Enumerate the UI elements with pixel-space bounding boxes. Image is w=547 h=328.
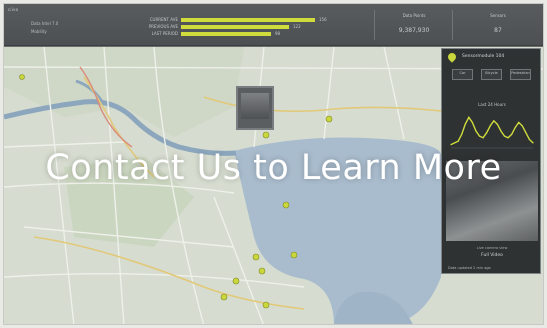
data-point xyxy=(461,133,463,135)
kpi-value: 156 xyxy=(319,17,327,22)
kpi-label: CURRENT AVE xyxy=(149,17,178,22)
stat-label: Data Points xyxy=(402,13,426,18)
panel-title: Sensormodule 104 xyxy=(462,54,505,59)
series-line xyxy=(450,116,534,146)
data-point xyxy=(482,137,484,139)
headline-overlay[interactable]: Contact Us to Learn More xyxy=(0,148,547,188)
activity-chart xyxy=(450,116,534,149)
data-point xyxy=(457,140,459,142)
camera-icon[interactable] xyxy=(236,86,274,130)
data-point xyxy=(493,120,495,122)
kpi-value: 122 xyxy=(293,24,301,29)
data-point xyxy=(500,130,502,132)
data-point xyxy=(525,132,527,134)
full-video-button[interactable]: Full Video xyxy=(472,253,512,258)
data-point xyxy=(521,125,523,127)
data-point xyxy=(478,135,481,137)
brand-line-1: Data Intel 7.0 xyxy=(31,21,59,26)
data-point xyxy=(464,123,466,125)
kpi-label: PREVIOUS AVE xyxy=(148,24,178,29)
data-point xyxy=(489,125,491,127)
data-point xyxy=(511,133,513,135)
kpi-row: CURRENT AVE 156 xyxy=(122,17,327,23)
stat-sensors: Sensors 87 xyxy=(456,13,540,34)
data-point xyxy=(453,142,456,144)
top-bar: ciivo Data Intel 7.0 Mobility CURRENT AV… xyxy=(4,4,543,46)
divider xyxy=(374,10,375,40)
data-point xyxy=(450,144,452,146)
pin-icon xyxy=(446,51,458,63)
divider xyxy=(452,10,453,40)
panel-footer: Data updated 2 min ago xyxy=(448,266,491,270)
brand-line-2: Mobility xyxy=(31,29,47,34)
data-point xyxy=(475,130,477,132)
kpi-row: LAST PERIOD 98 xyxy=(122,31,327,37)
mode-button-car[interactable]: Car xyxy=(452,69,473,80)
stat-data-points: Data Points 9,387,930 xyxy=(378,13,450,34)
data-point xyxy=(503,135,506,137)
kpi-row: PREVIOUS AVE 122 xyxy=(122,24,327,30)
kpi-value: 98 xyxy=(275,31,281,36)
data-point xyxy=(486,132,488,134)
data-point xyxy=(471,121,473,124)
data-point xyxy=(468,116,470,118)
data-point xyxy=(532,142,534,144)
camera-thumbnail xyxy=(241,93,269,119)
stat-value: 87 xyxy=(494,27,502,34)
app-logo: ciivo xyxy=(8,7,19,12)
data-point xyxy=(518,121,520,124)
camera-caption: Live camera view xyxy=(476,246,508,250)
mode-button-bicycle[interactable]: Bicycle xyxy=(481,69,502,80)
mode-button-pedestrian[interactable]: Pedestrian xyxy=(510,69,531,80)
data-point xyxy=(496,123,498,125)
kpi-bar xyxy=(181,18,315,22)
data-point xyxy=(528,138,531,141)
chart-title: Last 24 Hours xyxy=(478,102,506,107)
stat-label: Sensors xyxy=(490,13,506,18)
kpi-bar xyxy=(181,32,271,36)
data-point xyxy=(514,127,516,129)
kpi-label: LAST PERIOD xyxy=(151,31,178,36)
kpi-bar xyxy=(181,25,289,29)
data-point xyxy=(507,137,509,139)
stat-value: 9,387,930 xyxy=(398,27,430,34)
